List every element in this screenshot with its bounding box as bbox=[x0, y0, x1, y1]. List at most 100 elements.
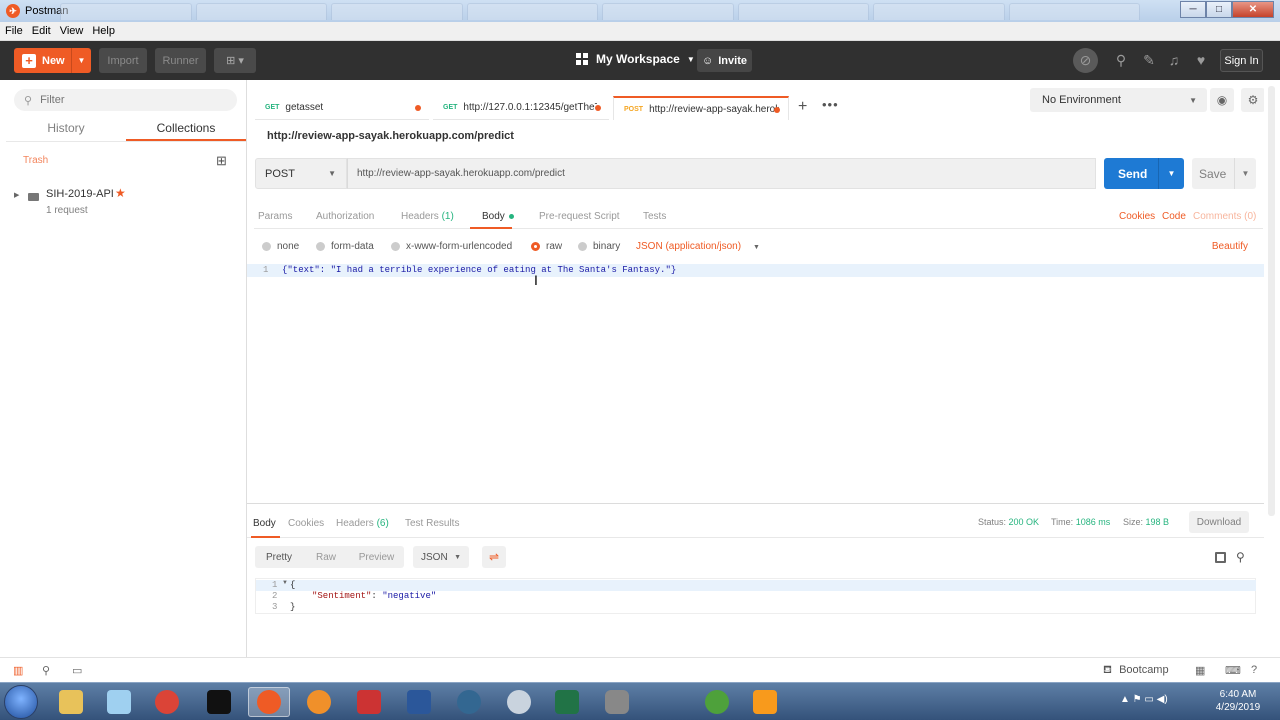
environment-select[interactable]: No Environment ▼ bbox=[1030, 88, 1207, 112]
bootcamp-link[interactable]: ⛾ Bootcamp bbox=[1103, 664, 1169, 678]
tab-authorization[interactable]: Authorization bbox=[316, 211, 374, 222]
import-button[interactable]: Import bbox=[99, 48, 147, 73]
save-button[interactable]: Save ▼ bbox=[1192, 158, 1256, 189]
sign-in-button[interactable]: Sign In bbox=[1220, 49, 1263, 72]
taskbar-excel-icon[interactable] bbox=[546, 687, 588, 717]
request-body-editor[interactable]: 1 {"text": "I had a terrible experience … bbox=[247, 262, 1264, 504]
code-link[interactable]: Code bbox=[1162, 211, 1186, 222]
satellite-icon[interactable]: ⚲ bbox=[1113, 52, 1129, 68]
taskbar-notepad-icon[interactable] bbox=[98, 687, 140, 717]
system-tray-icons[interactable]: ▲ ⚑ ▭ ◀) bbox=[1120, 694, 1168, 705]
collection-item[interactable]: ▶ SIH-2019-API ★ 1 request bbox=[10, 185, 240, 219]
filter-input[interactable] bbox=[40, 94, 221, 106]
taskbar-database-icon[interactable] bbox=[596, 687, 638, 717]
workspace-selector[interactable]: My Workspace ▼ bbox=[576, 52, 695, 66]
notifications-bell-icon[interactable]: ♫ bbox=[1166, 52, 1182, 68]
save-dropdown-caret-icon[interactable]: ▼ bbox=[1234, 158, 1256, 189]
request-tab-active[interactable]: POST http://review-app-sayak.heroku bbox=[613, 96, 789, 120]
new-dropdown-caret-icon[interactable]: ▼ bbox=[71, 48, 91, 73]
taskbar-chrome-icon[interactable] bbox=[146, 687, 188, 717]
filter-box[interactable]: ⚲ bbox=[14, 89, 237, 111]
more-tabs-icon[interactable]: ••• bbox=[822, 97, 839, 112]
maximize-button[interactable]: □ bbox=[1206, 1, 1232, 18]
help-icon[interactable]: ? bbox=[1251, 664, 1257, 676]
manage-environments-gear-icon[interactable]: ⚙ bbox=[1241, 88, 1265, 112]
cookies-link[interactable]: Cookies bbox=[1119, 211, 1155, 222]
url-input[interactable] bbox=[348, 168, 1095, 179]
fold-caret-icon[interactable]: ▼ bbox=[282, 580, 288, 586]
new-collection-icon[interactable]: ⊞ bbox=[216, 153, 227, 169]
tab-history[interactable]: History bbox=[6, 116, 126, 141]
body-mode-urlencoded[interactable]: x-www-form-urlencoded bbox=[391, 241, 512, 252]
response-tab-body[interactable]: Body bbox=[253, 518, 276, 529]
sync-status-icon[interactable]: ⊘ bbox=[1073, 48, 1098, 73]
taskbar-sublime-icon[interactable] bbox=[744, 687, 786, 717]
menu-view[interactable]: View bbox=[60, 25, 84, 37]
tab-body[interactable]: Body bbox=[482, 211, 514, 222]
beautify-link[interactable]: Beautify bbox=[1212, 241, 1248, 252]
start-button-icon[interactable] bbox=[4, 685, 38, 719]
request-tab[interactable]: GET getasset bbox=[255, 96, 429, 120]
keyboard-shortcuts-icon[interactable]: ⌨ bbox=[1225, 664, 1241, 677]
response-format-select[interactable]: JSON ▼ bbox=[413, 546, 469, 568]
console-icon[interactable]: ▭ bbox=[72, 664, 82, 677]
wrench-icon[interactable]: ✎ bbox=[1141, 52, 1157, 68]
menu-help[interactable]: Help bbox=[92, 25, 115, 37]
tab-pre-request-script[interactable]: Pre-request Script bbox=[539, 211, 620, 222]
send-dropdown-caret-icon[interactable]: ▼ bbox=[1158, 158, 1184, 189]
view-raw-button[interactable]: Raw bbox=[303, 546, 349, 568]
taskbar-postman-icon[interactable] bbox=[248, 687, 290, 717]
trash-link[interactable]: Trash bbox=[23, 155, 48, 166]
heart-icon[interactable]: ♥ bbox=[1193, 52, 1209, 68]
minimize-button[interactable]: ─ bbox=[1180, 1, 1206, 18]
view-pretty-button[interactable]: Pretty bbox=[255, 546, 303, 568]
taskbar-explorer-icon[interactable] bbox=[50, 687, 92, 717]
main-scrollbar[interactable] bbox=[1264, 80, 1280, 657]
response-tab-headers[interactable]: Headers (6) bbox=[336, 518, 389, 529]
scrollbar-thumb[interactable] bbox=[1268, 86, 1275, 516]
comments-link[interactable]: Comments (0) bbox=[1193, 211, 1256, 222]
body-mode-binary[interactable]: binary bbox=[578, 241, 620, 252]
menu-file[interactable]: File bbox=[5, 25, 23, 37]
url-field[interactable] bbox=[347, 158, 1096, 189]
method-select[interactable]: POST ▼ bbox=[255, 158, 347, 189]
runner-button[interactable]: Runner bbox=[155, 48, 206, 73]
tab-headers[interactable]: Headers (1) bbox=[401, 211, 454, 222]
taskbar-app-icon[interactable] bbox=[298, 687, 340, 717]
body-code-line[interactable]: {"text": "I had a terrible experience of… bbox=[282, 265, 676, 275]
invite-button[interactable]: ☺ Invite bbox=[697, 49, 752, 72]
toggle-sidebar-icon[interactable]: ▥ bbox=[13, 664, 23, 677]
new-button[interactable]: + New ▼ bbox=[14, 48, 91, 73]
taskbar-app-icon[interactable] bbox=[348, 687, 390, 717]
response-tab-cookies[interactable]: Cookies bbox=[288, 518, 324, 529]
tab-tests[interactable]: Tests bbox=[643, 211, 666, 222]
taskbar-word-icon[interactable] bbox=[398, 687, 440, 717]
add-tab-icon[interactable]: + bbox=[798, 98, 807, 116]
taskbar-terminal-icon[interactable] bbox=[198, 687, 240, 717]
tab-collections[interactable]: Collections bbox=[126, 116, 246, 141]
new-window-button[interactable]: ⊞ ▾ bbox=[214, 48, 256, 73]
body-mode-form-data[interactable]: form-data bbox=[316, 241, 374, 252]
wrap-lines-icon[interactable]: ⇌ bbox=[482, 546, 506, 568]
favorite-star-icon[interactable]: ★ bbox=[115, 186, 126, 200]
copy-icon[interactable] bbox=[1215, 552, 1226, 563]
search-icon[interactable]: ⚲ bbox=[1236, 550, 1245, 564]
environment-quick-look-icon[interactable]: ◉ bbox=[1210, 88, 1234, 112]
find-icon[interactable]: ⚲ bbox=[42, 664, 50, 677]
request-tab[interactable]: GET http://127.0.0.1:12345/getTheTir bbox=[433, 96, 609, 120]
two-pane-view-icon[interactable]: ▦ bbox=[1195, 664, 1205, 677]
taskbar-postgres-icon[interactable] bbox=[448, 687, 490, 717]
menu-edit[interactable]: Edit bbox=[32, 25, 51, 37]
body-mode-none[interactable]: none bbox=[262, 241, 299, 252]
body-mode-raw[interactable]: raw bbox=[531, 241, 562, 252]
send-button[interactable]: Send ▼ bbox=[1104, 158, 1184, 189]
response-body[interactable]: 1 2 3 ▼ { "Sentiment": "negative" } bbox=[255, 578, 1256, 614]
expand-caret-icon[interactable]: ▶ bbox=[14, 191, 19, 199]
system-clock[interactable]: 6:40 AM 4/29/2019 bbox=[1210, 688, 1266, 714]
taskbar-utorrent-icon[interactable] bbox=[696, 687, 738, 717]
response-tab-test-results[interactable]: Test Results bbox=[405, 518, 459, 529]
close-button[interactable]: ✕ bbox=[1232, 1, 1274, 18]
taskbar-app-icon[interactable] bbox=[498, 687, 540, 717]
download-button[interactable]: Download bbox=[1189, 511, 1249, 533]
content-type-select[interactable]: JSON (application/json) ▼ bbox=[636, 241, 760, 252]
